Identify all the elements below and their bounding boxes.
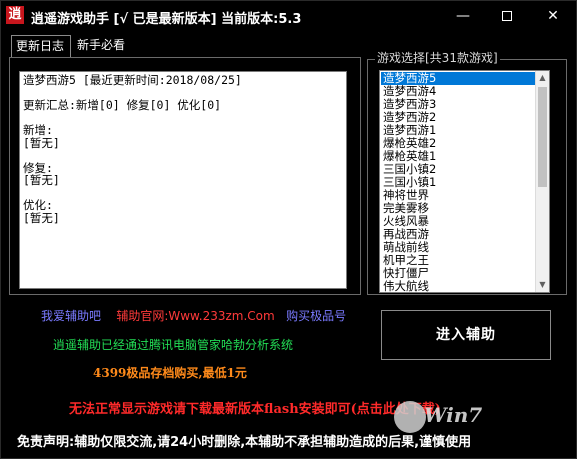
watermark-text: Win7 <box>424 403 483 427</box>
app-logo-icon: 逍 <box>6 6 24 24</box>
tab-update-log[interactable]: 更新日志 <box>11 35 71 57</box>
scroll-thumb[interactable] <box>538 87 547 187</box>
watermark-logo: Win7 <box>394 397 489 437</box>
love-assist-link[interactable]: 我爱辅助吧 <box>41 309 101 323</box>
title-bar[interactable]: 逍 逍遥游戏助手 [√ 已是最新版本] 当前版本:5.3 — ✕ <box>1 1 576 31</box>
window-title: 逍遥游戏助手 [√ 已是最新版本] 当前版本:5.3 <box>31 12 302 27</box>
watermark-circle-icon <box>394 401 426 433</box>
game-list-scrollbar[interactable]: ▲ ▼ <box>535 71 549 292</box>
game-list[interactable]: 造梦西游5 造梦西游4 造梦西游3 造梦西游2 造梦西游1 爆枪英雄2 爆枪英雄1 三国小镇2… <box>379 70 550 293</box>
scroll-down-icon[interactable]: ▼ <box>536 278 549 292</box>
game-select-legend: 游戏选择[共31款游戏] <box>375 49 500 66</box>
maximize-button[interactable] <box>485 1 529 31</box>
close-button[interactable]: ✕ <box>531 1 575 31</box>
tab-beginner-guide[interactable]: 新手必看 <box>73 35 133 57</box>
game-list-items: 造梦西游5 造梦西游4 造梦西游3 造梦西游2 造梦西游1 爆枪英雄2 爆枪英雄1 三国小镇2… <box>381 72 536 293</box>
app-window: 逍 逍遥游戏助手 [√ 已是最新版本] 当前版本:5.3 — ✕ 更新日志 新手… <box>0 0 577 459</box>
official-site-link[interactable]: 辅助官网:Www.233zm.Com <box>116 309 274 323</box>
game-list-item[interactable]: 伟大航线 <box>381 280 536 293</box>
scroll-up-icon[interactable]: ▲ <box>536 71 549 85</box>
maximize-icon <box>502 11 512 21</box>
links-row: 我爱辅助吧 辅助官网:Www.233zm.Com 购买极品号 <box>41 307 346 324</box>
enter-assist-button[interactable]: 进入辅助 <box>381 310 551 360</box>
security-note: 逍遥辅助已经通过腾讯电脑管家哈勃分析系统 <box>53 338 294 352</box>
promo-link[interactable]: 4399极品存档购买,最低1元 <box>93 364 247 381</box>
minimize-button[interactable]: — <box>441 1 485 31</box>
flash-download-link[interactable]: 无法正常显示游戏请下载最新版本flash安装即可(点击此处下载) <box>69 398 441 417</box>
buy-account-link[interactable]: 购买极品号 <box>286 309 346 323</box>
update-log-textbox[interactable]: 造梦西游5 [最近更新时间:2018/08/25] 更新汇总:新增[0] 修复[… <box>19 71 347 289</box>
